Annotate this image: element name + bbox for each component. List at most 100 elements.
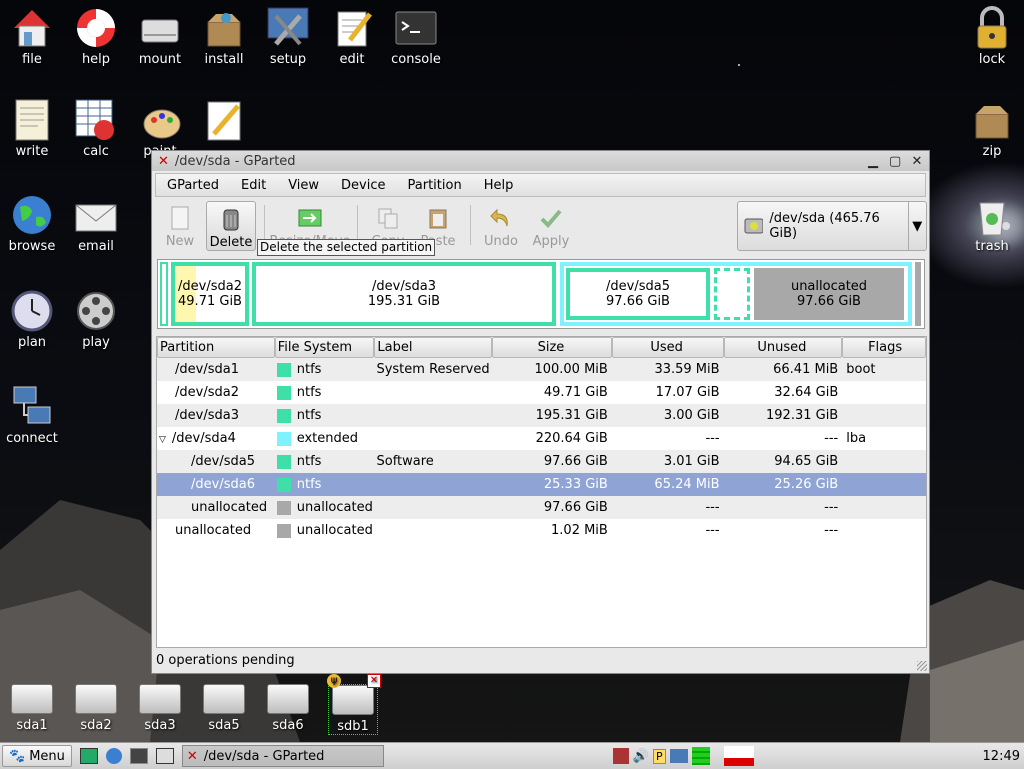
partition-block-sda1[interactable] xyxy=(160,262,168,326)
close-icon[interactable]: ✕ xyxy=(911,154,923,169)
toolbar-separator xyxy=(470,205,471,245)
copy-icon xyxy=(378,208,398,229)
column-unused[interactable]: Unused xyxy=(723,337,843,358)
desktop-icon-connect[interactable]: connect xyxy=(0,385,64,446)
paste-icon xyxy=(429,209,447,229)
partition-block-extended[interactable]: /dev/sda5 97.66 GiB unallocated 97.66 Gi… xyxy=(560,262,912,326)
desktop-icon-zip[interactable]: zip xyxy=(960,98,1024,159)
drive-sda6[interactable]: sda6 xyxy=(264,684,312,733)
desktop-icon-browse[interactable]: browse xyxy=(0,193,64,254)
menu-view[interactable]: View xyxy=(277,178,330,193)
tooltip: Delete the selected partition xyxy=(257,239,436,256)
desktop-icon-lock[interactable]: lock xyxy=(960,6,1024,67)
document-icon xyxy=(15,99,49,141)
table-row[interactable]: ▽/dev/sda4 extended 220.64 GiB --- --- l… xyxy=(157,427,926,450)
terminal-icon[interactable] xyxy=(129,748,148,764)
partition-block-sda2[interactable]: /dev/sda2 49.71 GiB xyxy=(171,262,249,326)
show-desktop-icon[interactable] xyxy=(79,748,98,764)
apply-button[interactable]: Apply xyxy=(527,201,575,249)
new-document-icon xyxy=(171,206,189,230)
desktop-icon-setup[interactable]: setup xyxy=(256,6,320,67)
eject-close-icon[interactable]: ✕ xyxy=(367,674,381,688)
column-file-system[interactable]: File System xyxy=(274,337,375,358)
menu-partition[interactable]: Partition xyxy=(397,178,473,193)
table-row[interactable]: /dev/sda3 ntfs 195.31 GiB 3.00 GiB 192.3… xyxy=(157,404,926,427)
device-selector[interactable]: /dev/sda (465.76 GiB) ▼ xyxy=(737,201,927,251)
globe-icon xyxy=(13,196,51,234)
partition-table: Partition File System Label Size Used Un… xyxy=(156,336,927,648)
menu-gparted[interactable]: GParted xyxy=(156,178,230,193)
desktop-icon-draw[interactable] xyxy=(192,98,256,144)
expander-triangle-icon[interactable]: ▽ xyxy=(159,435,166,445)
table-row[interactable]: unallocated unallocated 1.02 MiB --- --- xyxy=(157,519,926,542)
network-icon[interactable] xyxy=(669,749,688,763)
drive-sda2[interactable]: sda2 xyxy=(72,684,120,733)
delete-button[interactable]: Delete xyxy=(206,201,256,251)
desktop-icon-mount[interactable]: mount xyxy=(128,6,192,67)
app-x-icon: ✕ xyxy=(158,153,169,169)
menu-device[interactable]: Device xyxy=(330,178,396,193)
column-flags[interactable]: Flags xyxy=(842,337,926,358)
table-row[interactable]: unallocated unallocated 97.66 GiB --- --… xyxy=(157,496,926,519)
desktop-icon-file[interactable]: file xyxy=(0,6,64,67)
volume-icon[interactable]: 🔊 xyxy=(633,749,649,764)
drive-icon xyxy=(11,684,53,714)
drive-icon xyxy=(75,684,117,714)
column-partition[interactable]: Partition xyxy=(157,337,275,358)
table-row[interactable]: /dev/sda2 ntfs 49.71 GiB 17.07 GiB 32.64… xyxy=(157,381,926,404)
partition-block-sda6-selected[interactable] xyxy=(714,268,750,320)
menu-edit[interactable]: Edit xyxy=(230,178,277,193)
desktop-icon-write[interactable]: write xyxy=(0,98,64,159)
fs-color-swatch xyxy=(276,408,291,423)
partition-block-unallocated[interactable]: unallocated 97.66 GiB xyxy=(754,268,904,320)
tray-update-icon[interactable] xyxy=(612,748,629,764)
drive-sda5[interactable]: sda5 xyxy=(200,684,248,733)
drive-icon xyxy=(267,684,309,714)
table-row[interactable]: /dev/sda5 ntfs Software 97.66 GiB 3.01 G… xyxy=(157,450,926,473)
desktop-icon-install[interactable]: install xyxy=(192,6,256,67)
taskbar-item-gparted[interactable]: ✕ /dev/sda - GParted xyxy=(181,745,384,767)
resize-grip[interactable] xyxy=(917,661,927,671)
maximize-icon[interactable]: ▢ xyxy=(889,154,901,169)
drive-sda1[interactable]: sda1 xyxy=(8,684,56,733)
title-bar[interactable]: ✕ /dev/sda - GParted ▁ ▢ ✕ xyxy=(152,151,929,171)
undo-button[interactable]: Undo xyxy=(477,201,525,249)
undo-icon xyxy=(490,208,508,227)
menu-help[interactable]: Help xyxy=(473,178,525,193)
column-used[interactable]: Used xyxy=(611,337,724,358)
trash-icon xyxy=(979,202,1005,236)
desktop-icon-help[interactable]: help xyxy=(64,6,128,67)
start-menu-button[interactable]: 🐾 Menu xyxy=(2,745,72,767)
envelope-icon xyxy=(75,204,117,232)
table-row-selected[interactable]: /dev/sda6 ntfs 25.33 GiB 65.24 MiB 25.26… xyxy=(157,473,926,496)
desktop-icon-play[interactable]: play xyxy=(64,289,128,350)
browser-icon[interactable] xyxy=(105,748,122,764)
partition-block-sda5[interactable]: /dev/sda5 97.66 GiB xyxy=(566,268,710,320)
battery-icon[interactable] xyxy=(691,747,710,765)
desktop-icon-calc[interactable]: calc xyxy=(64,98,128,159)
drive-sda3[interactable]: sda3 xyxy=(136,684,184,733)
column-size[interactable]: Size xyxy=(492,337,612,358)
padlock-icon xyxy=(977,6,1007,49)
drive-icon xyxy=(139,684,181,714)
drive-icon xyxy=(141,19,179,43)
desktop-icon-console[interactable]: console xyxy=(384,6,448,67)
checkmark-icon xyxy=(540,209,562,228)
minimize-icon[interactable]: ▁ xyxy=(867,154,879,169)
desktop-icon-plan[interactable]: plan xyxy=(0,289,64,350)
desktop-icon-email[interactable]: email xyxy=(64,193,128,254)
desktop-icon-edit[interactable]: edit xyxy=(320,6,384,67)
fs-color-swatch xyxy=(276,454,291,469)
workspace-icon[interactable] xyxy=(155,748,174,764)
partition-block-sda3[interactable]: /dev/sda3 195.31 GiB xyxy=(252,262,556,326)
package-icon xyxy=(207,13,241,47)
table-row[interactable]: /dev/sda1 ntfs System Reserved 100.00 Mi… xyxy=(157,358,926,381)
new-button[interactable]: New xyxy=(156,201,204,249)
drive-sdb1[interactable]: ψ ✕ sdb1 xyxy=(327,674,381,735)
trash-can-icon xyxy=(223,209,239,231)
table-header: Partition File System Label Size Used Un… xyxy=(157,337,926,358)
partition-block-unallocated-tail[interactable] xyxy=(915,262,921,326)
tray-p-icon[interactable]: P xyxy=(652,748,666,764)
desktop-icon-trash[interactable]: trash xyxy=(960,193,1024,254)
column-label[interactable]: Label xyxy=(374,337,493,358)
